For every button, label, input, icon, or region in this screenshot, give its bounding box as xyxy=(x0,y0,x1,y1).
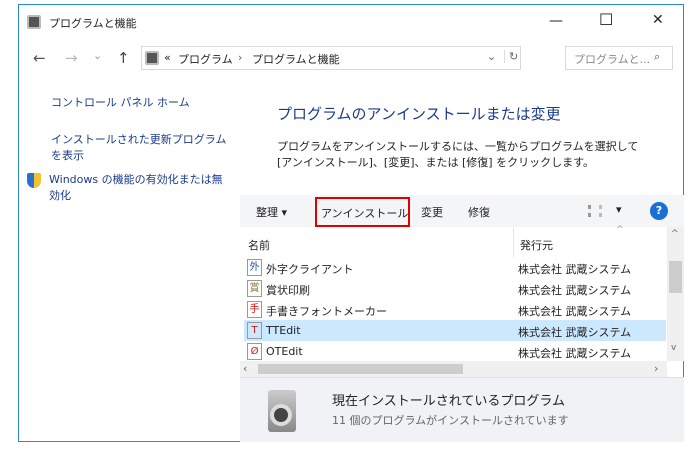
program-publisher: 株式会社 武蔵システム xyxy=(518,284,632,297)
breadcrumb-programs[interactable]: プログラム xyxy=(178,51,233,67)
scroll-right-icon[interactable]: › xyxy=(654,362,658,375)
program-name: 手書きフォントメーカー xyxy=(266,305,387,318)
program-icon: T xyxy=(247,322,262,339)
toolbar: 整理 ▾ アンインストール 変更 修復 ▾ ? xyxy=(240,195,684,227)
program-row[interactable]: Ø OTEdit 株式会社 武蔵システム xyxy=(244,341,666,362)
program-publisher: 株式会社 武蔵システム xyxy=(518,347,632,360)
program-icon: 賞 xyxy=(247,280,262,297)
page-description: プログラムをアンインストールするには、一覧からプログラムを選択して [アンインス… xyxy=(277,140,639,169)
view-dropdown[interactable]: ▾ xyxy=(616,203,622,216)
program-name: 賞状印刷 xyxy=(266,284,310,297)
refresh-button[interactable]: ↻ xyxy=(504,50,518,63)
up-button[interactable]: ↑ xyxy=(117,49,130,67)
program-row[interactable]: 外外字クライアント 株式会社 武蔵システム xyxy=(244,257,666,278)
page-title: プログラムのアンインストールまたは変更 xyxy=(277,105,561,123)
change-button[interactable]: 変更 xyxy=(421,204,443,220)
search-box[interactable]: プログラムと... ⌕ xyxy=(565,46,673,70)
address-bar[interactable]: « プログラム › プログラムと機能 ⌄ ↻ xyxy=(141,46,521,70)
scroll-left-icon[interactable]: ‹ xyxy=(243,362,247,375)
maximize-button[interactable]: ☐ xyxy=(599,10,613,29)
program-name: TTEdit xyxy=(266,324,301,337)
programs-icon xyxy=(27,15,41,29)
program-publisher: 株式会社 武蔵システム xyxy=(518,326,632,339)
vertical-scrollbar[interactable]: ^ v xyxy=(667,227,684,361)
search-icon: ⌕ xyxy=(654,50,661,63)
search-input[interactable]: プログラムと... xyxy=(574,51,650,67)
program-icon: 外 xyxy=(247,259,262,276)
organize-button[interactable]: 整理 ▾ xyxy=(256,204,287,220)
programs-box-icon xyxy=(268,390,296,432)
sidebar: コントロール パネル ホーム インストールされた更新プログラムを表示 Windo… xyxy=(27,95,231,204)
minimize-button[interactable]: — xyxy=(549,13,563,29)
help-button[interactable]: ? xyxy=(650,202,668,220)
program-publisher: 株式会社 武蔵システム xyxy=(518,305,632,318)
repair-button[interactable]: 修復 xyxy=(468,204,490,220)
forward-button[interactable]: → xyxy=(65,49,78,67)
program-publisher: 株式会社 武蔵システム xyxy=(518,263,632,276)
details-pane: 現在インストールされているプログラム 11 個のプログラムがインストールされてい… xyxy=(240,377,684,442)
control-panel-home-link[interactable]: コントロール パネル ホーム xyxy=(51,95,231,111)
column-header-publisher[interactable]: 発行元 xyxy=(520,237,553,253)
recent-locations-button[interactable]: ⌄ xyxy=(93,49,102,62)
installed-updates-link[interactable]: インストールされた更新プログラムを表示 xyxy=(51,132,231,164)
program-name: 外字クライアント xyxy=(266,263,354,276)
back-button[interactable]: ← xyxy=(33,49,46,67)
program-name: OTEdit xyxy=(266,345,303,358)
programs-icon xyxy=(145,51,159,65)
program-row[interactable]: 手手書きフォントメーカー 株式会社 武蔵システム xyxy=(244,299,666,320)
breadcrumb-programs-features[interactable]: プログラムと機能 xyxy=(252,51,340,67)
sort-ascending-icon: ^ xyxy=(616,225,624,235)
programs-window: プログラムと機能 — ☐ ✕ ← → ⌄ ↑ « プログラム › プログラムと機… xyxy=(18,4,684,442)
scroll-up-icon[interactable]: ^ xyxy=(671,229,679,239)
details-title: 現在インストールされているプログラム xyxy=(332,394,565,409)
program-row[interactable]: 賞賞状印刷 株式会社 武蔵システム xyxy=(244,278,666,299)
scroll-thumb[interactable] xyxy=(669,261,682,293)
window-title: プログラムと機能 xyxy=(49,17,137,30)
scroll-down-icon[interactable]: v xyxy=(671,343,676,353)
program-list: 名前 発行元 ^ 外外字クライアント 株式会社 武蔵システム賞賞状印刷 株式会社 武… xyxy=(240,225,684,377)
view-options-icon[interactable] xyxy=(588,205,602,217)
breadcrumb-separator: › xyxy=(238,51,243,64)
close-button[interactable]: ✕ xyxy=(652,12,664,28)
installed-count: 11 個のプログラムがインストールされています xyxy=(332,414,569,427)
program-icon: 手 xyxy=(247,301,262,318)
program-icon: Ø xyxy=(247,343,262,360)
program-row[interactable]: T TTEdit 株式会社 武蔵システム xyxy=(244,320,666,341)
shield-icon xyxy=(27,173,41,188)
hscroll-thumb[interactable] xyxy=(258,364,463,374)
uninstall-button[interactable]: アンインストール xyxy=(315,197,410,227)
address-dropdown[interactable]: ⌄ xyxy=(487,50,496,63)
breadcrumb-overflow[interactable]: « xyxy=(164,51,171,64)
column-header-name[interactable]: 名前 xyxy=(248,237,270,253)
windows-features-link[interactable]: Windows の機能の有効化または無効化 xyxy=(49,172,231,204)
horizontal-scrollbar[interactable]: ‹ › xyxy=(240,361,667,377)
title-bar: プログラムと機能 — ☐ ✕ xyxy=(19,5,683,39)
